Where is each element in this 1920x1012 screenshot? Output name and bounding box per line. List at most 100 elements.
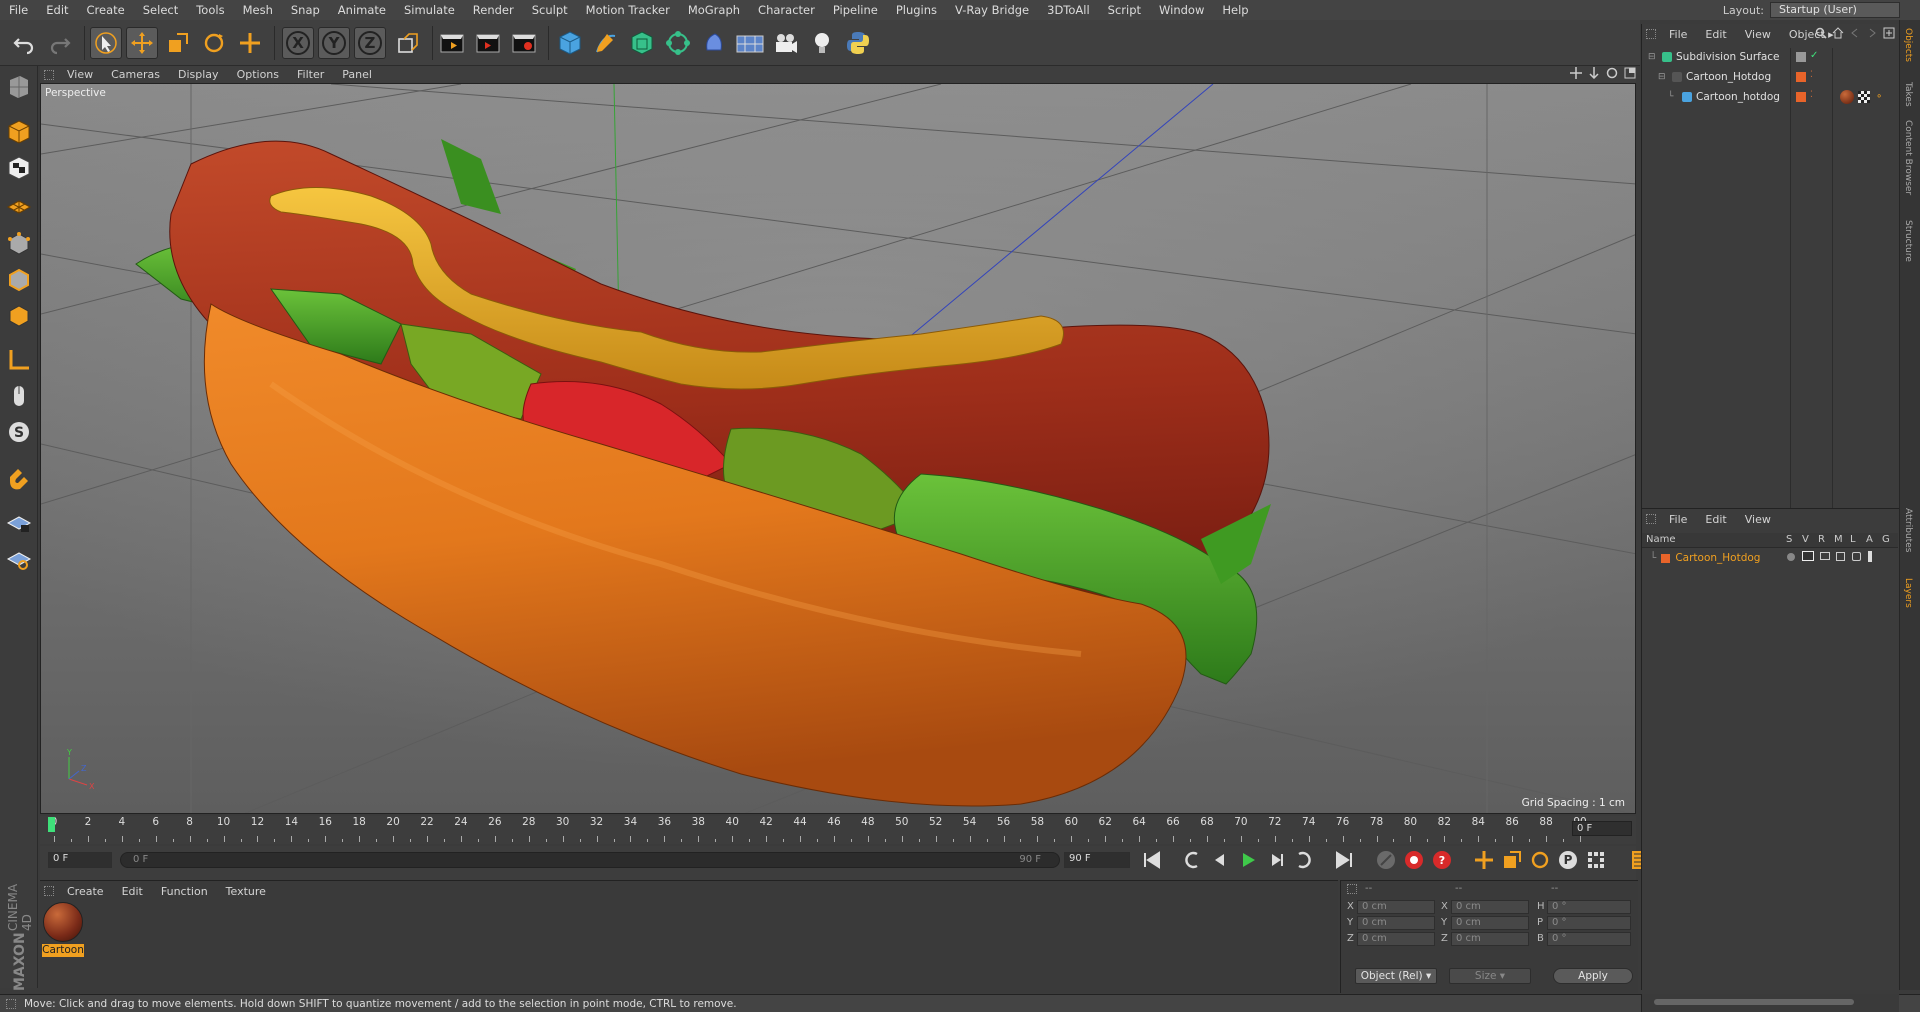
y-axis-icon[interactable]: Y [318, 27, 350, 59]
menu-edit[interactable]: Edit [37, 3, 77, 17]
tab-attributes[interactable]: Attributes [1903, 508, 1913, 552]
menu-sculpt[interactable]: Sculpt [523, 3, 577, 17]
tab-objects[interactable]: Objects [1903, 28, 1913, 62]
search-icon[interactable] [1815, 27, 1827, 39]
menu-plugins[interactable]: Plugins [887, 3, 946, 17]
next-frame-icon[interactable] [1264, 848, 1288, 872]
menu-script[interactable]: Script [1099, 3, 1150, 17]
object-name[interactable]: Cartoon_hotdog [1696, 91, 1780, 103]
layer-menu-file[interactable]: File [1660, 513, 1696, 526]
light-icon[interactable] [806, 27, 838, 59]
layer-tag-icon[interactable] [1796, 52, 1806, 62]
workplane-icon[interactable] [3, 188, 35, 220]
viewport-menu-display[interactable]: Display [169, 68, 228, 81]
tab-takes[interactable]: Takes [1903, 82, 1913, 107]
back-icon[interactable] [1849, 27, 1861, 39]
menu-render[interactable]: Render [464, 3, 523, 17]
redo-icon[interactable] [44, 27, 76, 59]
size-x-field[interactable]: 0 cm [1451, 900, 1529, 914]
layer-color-swatch[interactable] [1661, 553, 1671, 563]
perspective-viewport[interactable]: Y X Z Perspective Grid Spacing : 1 cm [40, 83, 1636, 814]
viewport-menu-view[interactable]: View [58, 68, 102, 81]
visibility-dots-icon[interactable]: ⁚ [1810, 70, 1813, 80]
end-frame-field[interactable]: 90 F [1064, 852, 1130, 868]
playhead[interactable] [48, 817, 55, 832]
material-menu-texture[interactable]: Texture [217, 885, 275, 898]
range-slider[interactable]: 0 F 90 F [120, 852, 1060, 868]
visible-toggle-icon[interactable] [1802, 551, 1814, 561]
undo-icon[interactable] [8, 27, 40, 59]
size-mode-dropdown[interactable]: Size ▾ [1449, 968, 1531, 984]
maximize-view-icon[interactable] [1624, 67, 1636, 79]
manager-toggle-icon[interactable] [1836, 552, 1845, 561]
layer-column-v[interactable]: V [1802, 534, 1809, 545]
menu-mesh[interactable]: Mesh [234, 3, 282, 17]
polygons-mode-icon[interactable] [3, 300, 35, 332]
subdivision-icon[interactable] [626, 27, 658, 59]
home-icon[interactable] [1832, 27, 1844, 39]
key-pla-icon[interactable] [1584, 848, 1608, 872]
play-icon[interactable] [1236, 848, 1260, 872]
material-menu-create[interactable]: Create [58, 885, 113, 898]
render-view-icon[interactable] [436, 27, 468, 59]
tab-content-browser[interactable]: Content Browser [1903, 120, 1913, 195]
cube-icon[interactable] [554, 27, 586, 59]
menu-select[interactable]: Select [134, 3, 187, 17]
key-rotation-icon[interactable] [1528, 848, 1552, 872]
layer-name[interactable]: Cartoon_Hotdog [1675, 552, 1760, 564]
layer-column-g[interactable]: G [1882, 534, 1890, 545]
menu-file[interactable]: File [0, 3, 37, 17]
menu-create[interactable]: Create [78, 3, 134, 17]
menu-3dtoall[interactable]: 3DToAll [1038, 3, 1099, 17]
render-toggle-icon[interactable] [1820, 552, 1830, 560]
layer-column-r[interactable]: R [1818, 534, 1825, 545]
lock-workplane-icon[interactable] [3, 506, 35, 538]
camera-icon[interactable] [770, 27, 802, 59]
layer-column-name[interactable]: Name [1646, 534, 1676, 545]
forward-icon[interactable] [1866, 27, 1878, 39]
material-preview[interactable] [43, 902, 83, 942]
layer-scrollbar[interactable] [1641, 994, 1899, 1012]
auto-key-icon[interactable]: ? [1430, 848, 1454, 872]
object-row[interactable]: └ Cartoon_hotdog ⁚ ∘ [1642, 88, 1898, 106]
rotation-b-field[interactable]: 0 ° [1547, 932, 1631, 946]
x-axis-icon[interactable]: X [282, 27, 314, 59]
pen-icon[interactable] [590, 27, 622, 59]
layer-column-m[interactable]: M [1834, 534, 1843, 545]
pan-icon[interactable] [1570, 67, 1582, 79]
tab-structure[interactable]: Structure [1903, 220, 1913, 262]
layer-menu-edit[interactable]: Edit [1696, 513, 1735, 526]
texture-tag-icon[interactable] [1858, 91, 1870, 103]
menu-tools[interactable]: Tools [187, 3, 233, 17]
menu-animate[interactable]: Animate [329, 3, 395, 17]
menu-character[interactable]: Character [749, 3, 824, 17]
dolly-icon[interactable] [1588, 67, 1600, 79]
rotate-icon[interactable] [198, 27, 230, 59]
visibility-dots-icon[interactable]: ⁚ [1810, 90, 1813, 100]
next-key-icon[interactable] [1292, 848, 1316, 872]
make-editable-icon[interactable] [3, 71, 35, 103]
material-name[interactable]: Cartoon [42, 944, 84, 957]
animation-toggle-icon[interactable] [1868, 551, 1872, 562]
key-position-icon[interactable] [1472, 848, 1496, 872]
new-window-icon[interactable] [1883, 27, 1895, 39]
menu-mograph[interactable]: MoGraph [679, 3, 749, 17]
object-name[interactable]: Subdivision Surface [1676, 51, 1780, 63]
texture-mode-icon[interactable] [3, 152, 35, 184]
layer-color-icon[interactable] [1796, 72, 1806, 82]
layer-menu-view[interactable]: View [1736, 513, 1780, 526]
record-disabled-icon[interactable] [1374, 848, 1398, 872]
current-frame-field[interactable]: 0 F [1572, 821, 1632, 836]
object-menu-file[interactable]: File [1660, 28, 1696, 41]
rotation-h-field[interactable]: 0 ° [1547, 900, 1631, 914]
layout-dropdown[interactable]: Startup (User) [1770, 2, 1900, 18]
menu-pipeline[interactable]: Pipeline [824, 3, 887, 17]
go-to-start-icon[interactable] [1140, 848, 1164, 872]
edges-mode-icon[interactable] [3, 264, 35, 296]
floor-icon[interactable] [734, 27, 766, 59]
viewport-menu-panel[interactable]: Panel [333, 68, 381, 81]
enabled-check-icon[interactable]: ✓ [1810, 50, 1818, 61]
position-y-field[interactable]: 0 cm [1357, 916, 1435, 930]
points-mode-icon[interactable] [3, 228, 35, 260]
menu-v-ray-bridge[interactable]: V-Ray Bridge [946, 3, 1038, 17]
